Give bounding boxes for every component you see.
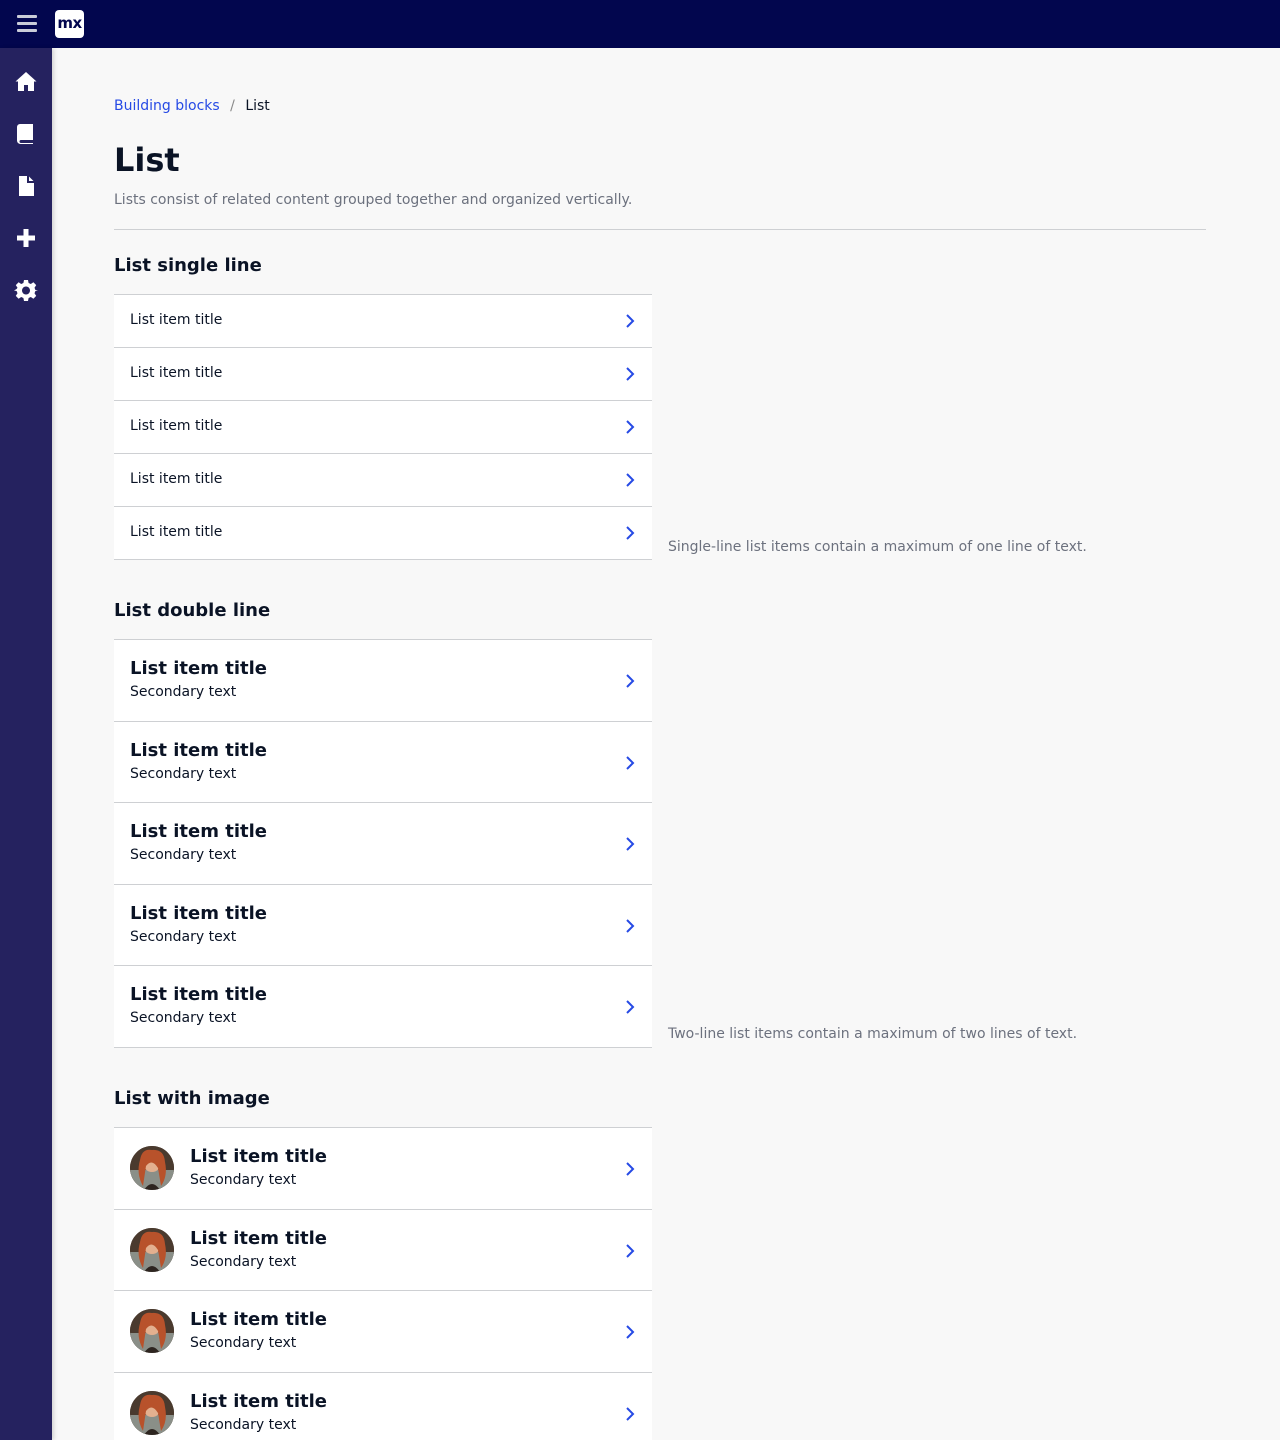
list-item-title: List item title — [130, 821, 267, 842]
list-item-secondary: Secondary text — [130, 765, 237, 782]
list-item-title: List item title — [190, 1227, 327, 1249]
home-icon[interactable] — [14, 70, 38, 94]
sidebar — [0, 48, 52, 1440]
section-title-single: List single line — [114, 255, 262, 276]
chevron-right-icon — [624, 525, 636, 541]
list-item[interactable]: List item title Secondary text — [114, 966, 652, 1048]
list-item-title: List item title — [190, 1390, 327, 1412]
chevron-right-icon — [624, 836, 636, 852]
list-item[interactable]: List item title — [114, 507, 652, 560]
list-item-title: List item title — [130, 658, 267, 679]
chevron-right-icon — [624, 673, 636, 689]
list-item[interactable]: List item title — [114, 348, 652, 401]
avatar — [130, 1309, 174, 1353]
chevron-right-icon — [624, 755, 636, 771]
list-item-title: List item title — [130, 902, 267, 924]
list-item[interactable]: List item title — [114, 295, 652, 348]
main-content: Building blocks / List List Lists consis… — [52, 48, 1280, 1440]
list-item[interactable]: List item title Secondary text — [114, 803, 652, 885]
list-item-secondary: Secondary text — [130, 847, 237, 863]
page-description: Lists consist of related content grouped… — [114, 192, 633, 208]
list-item-secondary: Secondary text — [130, 928, 237, 945]
list-item-title: List item title — [130, 524, 223, 540]
page-title: List — [114, 141, 180, 179]
gear-icon[interactable] — [14, 278, 38, 302]
list-item-secondary: Secondary text — [190, 1416, 297, 1433]
chevron-right-icon — [624, 419, 636, 435]
divider — [114, 229, 1206, 230]
list-item-title: List item title — [190, 1146, 327, 1167]
avatar — [130, 1146, 174, 1190]
list-item-title: List item title — [130, 312, 223, 328]
chevron-right-icon — [624, 313, 636, 329]
top-bar: mx — [0, 0, 1280, 48]
list-single-line: List item title List item title List ite… — [114, 294, 652, 560]
list-item[interactable]: List item title Secondary text — [114, 1291, 652, 1373]
chevron-right-icon — [624, 1243, 636, 1259]
section-title-double: List double line — [114, 600, 271, 621]
list-item-title: List item title — [190, 1309, 327, 1330]
breadcrumb-link-building-blocks[interactable]: Building blocks — [114, 98, 220, 114]
section-note-double: Two-line list items contain a maximum of… — [668, 1026, 1078, 1042]
list-item-secondary: Secondary text — [190, 1253, 297, 1270]
list-item-secondary: Secondary text — [130, 1010, 237, 1026]
list-item[interactable]: List item title Secondary text — [114, 1372, 652, 1440]
breadcrumb-current: List — [245, 98, 270, 114]
list-item-title: List item title — [130, 739, 267, 761]
list-item-title: List item title — [130, 471, 223, 487]
chevron-right-icon — [624, 1324, 636, 1340]
breadcrumb-separator: / — [230, 98, 235, 114]
list-item-secondary: Secondary text — [190, 1172, 297, 1188]
chevron-right-icon — [624, 999, 636, 1015]
list-item[interactable]: List item title Secondary text — [114, 884, 652, 966]
list-item-title: List item title — [130, 984, 267, 1005]
app-logo[interactable]: mx — [55, 10, 84, 38]
plus-icon[interactable] — [14, 226, 38, 250]
list-double-line: List item title Secondary text List item… — [114, 639, 652, 1048]
avatar — [130, 1390, 174, 1435]
file-icon[interactable] — [14, 174, 38, 198]
section-title-image: List with image — [114, 1088, 270, 1109]
list-item[interactable]: List item title Secondary text — [114, 1128, 652, 1210]
list-item-secondary: Secondary text — [130, 684, 237, 700]
list-item[interactable]: List item title — [114, 454, 652, 507]
chevron-right-icon — [624, 918, 636, 934]
list-item-title: List item title — [130, 365, 223, 381]
hamburger-menu-icon[interactable] — [12, 12, 42, 36]
list-item[interactable]: List item title Secondary text — [114, 721, 652, 803]
list-item-title: List item title — [130, 418, 223, 434]
chevron-right-icon — [624, 1161, 636, 1177]
section-note-single: Single-line list items contain a maximum… — [668, 539, 1087, 555]
list-item[interactable]: List item title — [114, 401, 652, 454]
list-with-image: List item title Secondary text List item… — [114, 1127, 652, 1440]
avatar — [130, 1227, 174, 1272]
chevron-right-icon — [624, 1406, 636, 1422]
book-icon[interactable] — [14, 122, 38, 146]
breadcrumb: Building blocks / List — [114, 98, 270, 114]
list-item[interactable]: List item title Secondary text — [114, 640, 652, 722]
chevron-right-icon — [624, 366, 636, 382]
list-item-secondary: Secondary text — [190, 1335, 297, 1351]
chevron-right-icon — [624, 472, 636, 488]
list-item[interactable]: List item title Secondary text — [114, 1209, 652, 1291]
